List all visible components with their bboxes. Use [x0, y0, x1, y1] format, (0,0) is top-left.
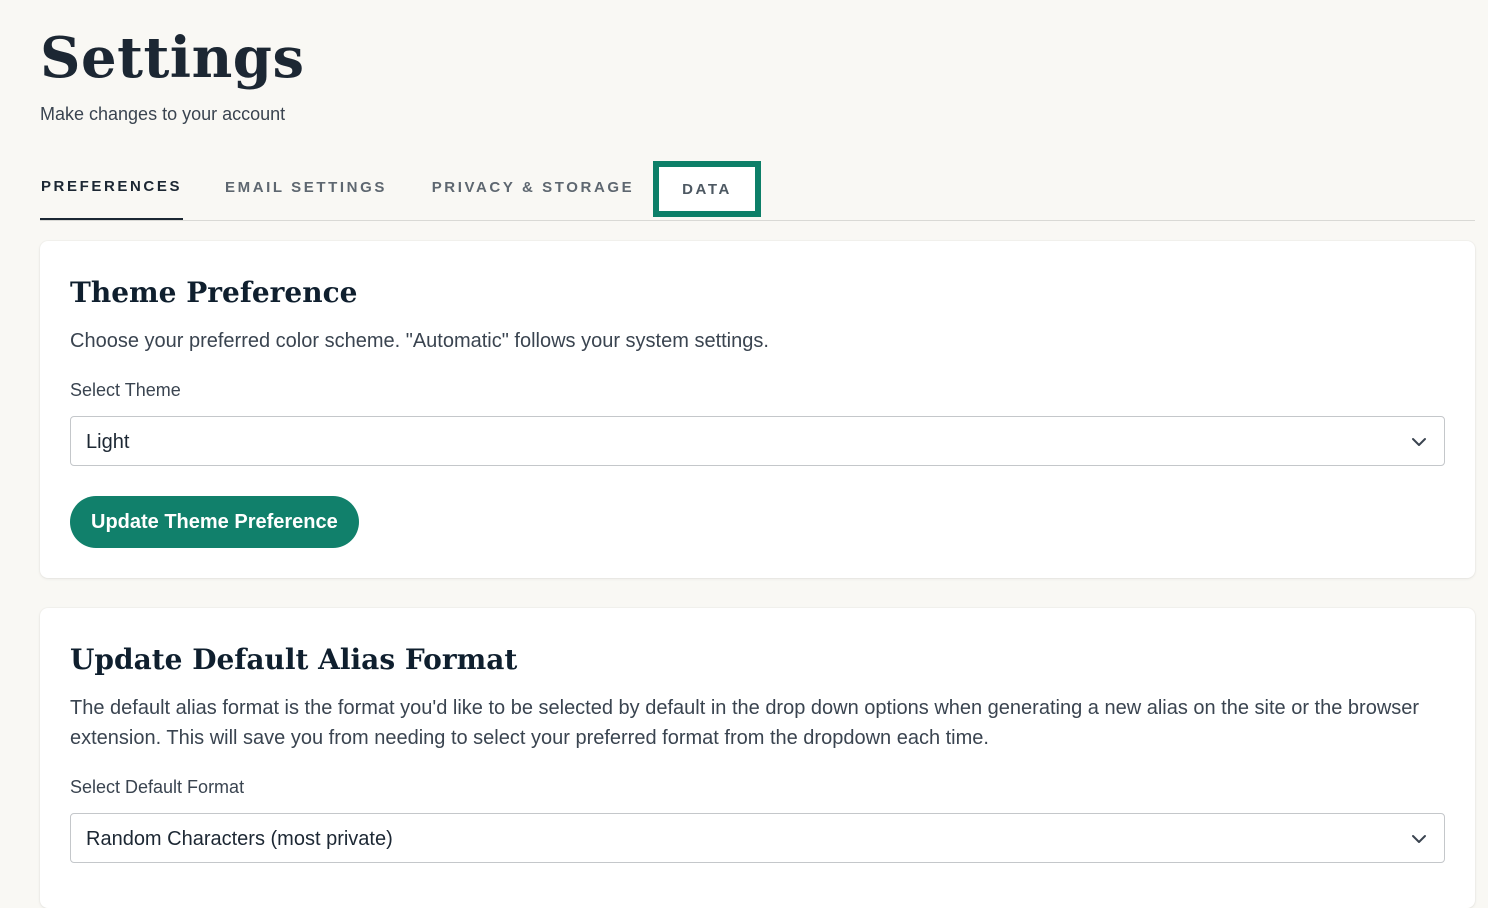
page-title: Settings: [40, 25, 305, 91]
alias-format-card: Update Default Alias Format The default …: [40, 608, 1475, 908]
select-theme-label: Select Theme: [70, 380, 181, 400]
chevron-down-icon: [1412, 835, 1426, 843]
update-theme-preference-button[interactable]: Update Theme Preference: [70, 496, 359, 548]
tab-data[interactable]: DATA: [653, 161, 761, 217]
alias-format-description: The default alias format is the format y…: [70, 697, 1420, 749]
alias-format-title: Update Default Alias Format: [70, 643, 518, 676]
theme-select-value: Light: [86, 431, 130, 453]
theme-select[interactable]: Light: [70, 416, 1445, 466]
default-format-select[interactable]: Random Characters (most private): [70, 813, 1445, 863]
theme-preference-card: Theme Preference Choose your preferred c…: [40, 241, 1475, 578]
settings-tabs: PREFERENCES EMAIL SETTINGS PRIVACY & STO…: [40, 154, 1475, 221]
tab-preferences[interactable]: PREFERENCES: [40, 154, 183, 220]
chevron-down-icon: [1412, 438, 1426, 446]
select-default-format-label: Select Default Format: [70, 777, 245, 797]
theme-preference-description: Choose your preferred color scheme. "Aut…: [70, 330, 769, 352]
tab-privacy-storage[interactable]: PRIVACY & STORAGE: [429, 154, 637, 220]
theme-preference-title: Theme Preference: [70, 276, 358, 309]
page-subtitle: Make changes to your account: [40, 104, 286, 124]
default-format-select-value: Random Characters (most private): [86, 828, 393, 850]
tab-email-settings[interactable]: EMAIL SETTINGS: [219, 154, 393, 220]
